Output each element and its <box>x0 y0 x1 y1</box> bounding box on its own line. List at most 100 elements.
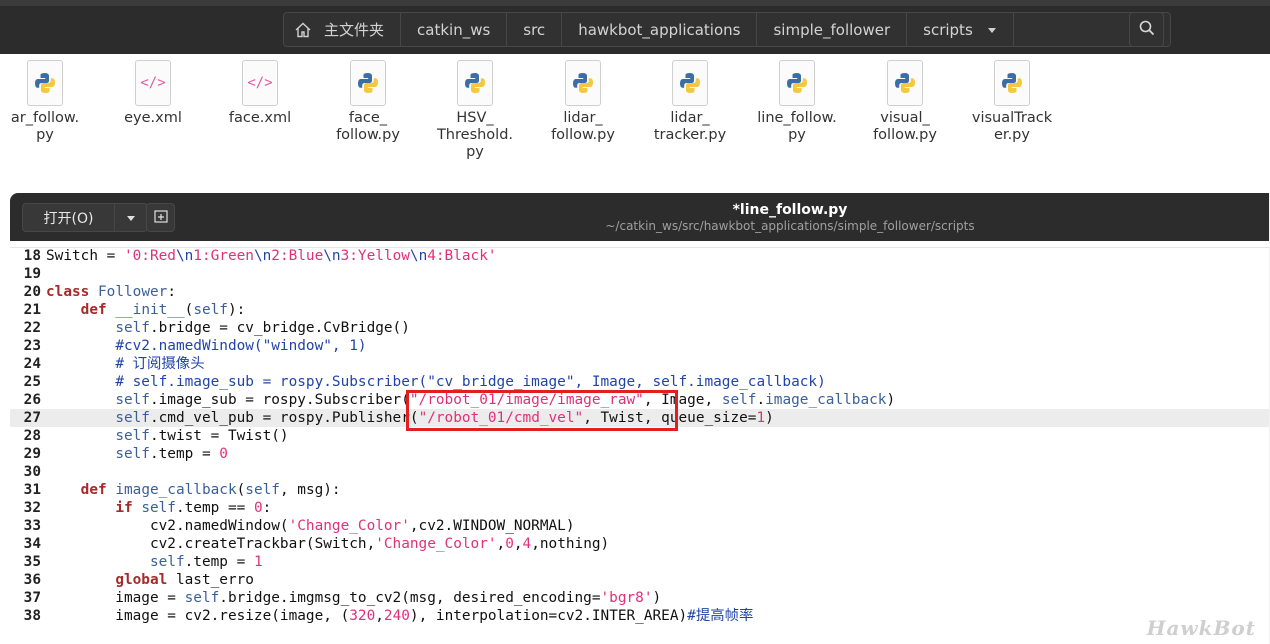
breadcrumb-label: simple_follower <box>773 20 891 39</box>
chevron-down-icon[interactable] <box>987 25 997 35</box>
line-number: 21 <box>23 302 41 318</box>
home-icon <box>294 21 312 39</box>
python-file-icon <box>457 60 493 106</box>
code-line[interactable]: 31 def image_callback(self, msg): <box>10 481 1270 499</box>
line-text: Switch = '0:Red\n1:Green\n2:Blue\n3:Yell… <box>46 248 497 264</box>
python-file-icon <box>887 60 923 106</box>
line-text: cv2.namedWindow('Change_Color',cv2.WINDO… <box>46 518 575 534</box>
window-top-strip <box>0 0 1270 6</box>
line-number: 18 <box>23 248 41 264</box>
code-line[interactable]: 35 self.temp = 1 <box>10 553 1270 571</box>
xml-file-icon: </> <box>135 60 171 106</box>
xml-file-icon: </> <box>242 60 278 106</box>
breadcrumb-home[interactable]: 主文件夹 <box>283 12 402 47</box>
line-number: 33 <box>23 518 41 534</box>
line-number: 20 <box>23 284 41 300</box>
code-line[interactable]: 33 cv2.namedWindow('Change_Color',cv2.WI… <box>10 517 1270 535</box>
open-button[interactable]: 打开(O) <box>22 203 148 232</box>
file-name: lidar_ tracker.py <box>645 110 735 144</box>
file-item[interactable]: face_ follow.py <box>323 60 413 144</box>
document-path: ~/catkin_ws/src/hawkbot_applications/sim… <box>605 219 975 233</box>
file-item[interactable]: lidar_ tracker.py <box>645 60 735 144</box>
breadcrumb-label: catkin_ws <box>417 20 491 39</box>
code-line[interactable]: 19 <box>10 265 1270 283</box>
line-text: class Follower: <box>46 284 176 300</box>
file-grid: ar_follow. py </> eye.xml </> face.xml f… <box>0 54 1270 194</box>
breadcrumb-src[interactable]: src <box>507 12 563 47</box>
code-line[interactable]: 34 cv2.createTrackbar(Switch,'Change_Col… <box>10 535 1270 553</box>
file-name-text: visualTrack er.py <box>971 110 1053 143</box>
file-item[interactable]: HSV_ Threshold. py <box>430 60 520 161</box>
breadcrumb-label: hawkbot_applications <box>578 20 741 39</box>
breadcrumb: 主文件夹 catkin_ws src hawkbot_applications … <box>283 12 1171 47</box>
file-item[interactable]: </> face.xml <box>215 60 305 127</box>
breadcrumb-label: src <box>523 20 546 39</box>
line-number: 32 <box>23 500 41 516</box>
file-item[interactable]: line_follow. py <box>752 60 842 144</box>
code-line[interactable]: 30 <box>10 463 1270 481</box>
file-name: lidar_ follow.py <box>538 110 628 144</box>
python-file-icon <box>565 60 601 106</box>
line-number: 30 <box>23 464 41 480</box>
code-line[interactable]: 25 # self.image_sub = rospy.Subscriber("… <box>10 373 1270 391</box>
watermark: HawkBot <box>1146 616 1256 640</box>
file-name-text: face_ follow.py <box>336 110 400 143</box>
code-line[interactable]: 36 global last_erro <box>10 571 1270 589</box>
file-name-text: face.xml <box>228 110 292 126</box>
code-line[interactable]: 38 image = cv2.resize(image, (320,240), … <box>10 607 1270 625</box>
line-text: if self.temp == 0: <box>115 500 272 516</box>
file-item[interactable]: visualTrack er.py <box>967 60 1057 144</box>
open-button-label[interactable]: 打开(O) <box>23 204 115 231</box>
line-text: def __init__(self): <box>80 302 246 318</box>
search-icon <box>1139 20 1155 40</box>
code-line[interactable]: 23 #cv2.namedWindow("window", 1) <box>10 337 1270 355</box>
line-number: 22 <box>23 320 41 336</box>
line-text: cv2.createTrackbar(Switch,'Change_Color'… <box>46 536 610 552</box>
line-text: self.temp = 1 <box>149 554 263 570</box>
line-text: self.twist = Twist() <box>115 428 289 444</box>
code-line[interactable]: 29 self.temp = 0 <box>10 445 1270 463</box>
file-name: line_follow. py <box>752 110 842 144</box>
line-number: 25 <box>23 374 41 390</box>
code-line[interactable]: 20 class Follower: <box>10 283 1270 301</box>
file-name-text: HSV_ Threshold. py <box>436 110 514 160</box>
breadcrumb-label: scripts <box>923 20 973 39</box>
file-item[interactable]: visual_ follow.py <box>860 60 950 144</box>
breadcrumb-scripts[interactable]: scripts <box>907 12 1014 47</box>
code-line[interactable]: 37 image = self.bridge.imgmsg_to_cv2(msg… <box>10 589 1270 607</box>
file-item[interactable]: ar_follow. py <box>0 60 90 144</box>
line-number: 24 <box>23 356 41 372</box>
breadcrumb-label-home: 主文件夹 <box>324 21 385 39</box>
breadcrumb-hawkbot-applications[interactable]: hawkbot_applications <box>562 12 758 47</box>
code-line[interactable]: 24 # 订阅摄像头 <box>10 355 1270 373</box>
python-file-icon <box>672 60 708 106</box>
python-file-icon <box>994 60 1030 106</box>
code-line[interactable]: 32 if self.temp == 0: <box>10 499 1270 517</box>
file-name-text: line_follow. py <box>757 110 837 143</box>
line-number: 27 <box>23 410 41 426</box>
file-name: HSV_ Threshold. py <box>430 110 520 161</box>
line-number: 23 <box>23 338 41 354</box>
code-line[interactable]: 22 self.bridge = cv_bridge.CvBridge() <box>10 319 1270 337</box>
code-line[interactable]: 21 def __init__(self): <box>10 301 1270 319</box>
file-item[interactable]: lidar_ follow.py <box>538 60 628 144</box>
code-line[interactable]: 18 Switch = '0:Red\n1:Green\n2:Blue\n3:Ye… <box>10 247 1270 265</box>
file-name-text: visual_ follow.py <box>873 110 937 143</box>
file-name: face.xml <box>215 110 305 127</box>
file-name-text: lidar_ follow.py <box>551 110 615 143</box>
search-button[interactable] <box>1129 12 1164 47</box>
editor-headerbar: 打开(O) *line_follow.py ~/catkin_ws/src/ha… <box>10 193 1270 241</box>
python-file-icon <box>779 60 815 106</box>
line-text: # self.image_sub = rospy.Subscriber("cv_… <box>115 374 826 390</box>
new-document-button[interactable] <box>146 203 175 232</box>
line-text: global last_erro <box>115 572 254 588</box>
document-title: *line_follow.py <box>732 202 848 218</box>
breadcrumb-catkin-ws[interactable]: catkin_ws <box>401 12 508 47</box>
breadcrumb-simple-follower[interactable]: simple_follower <box>757 12 908 47</box>
open-menu-button[interactable] <box>115 204 147 231</box>
line-text: self.temp = 0 <box>115 446 228 462</box>
line-text: image = cv2.resize(image, (320,240), int… <box>46 608 754 624</box>
code-view[interactable]: 18 Switch = '0:Red\n1:Green\n2:Blue\n3:Ye… <box>10 241 1270 644</box>
file-manager-toolbar: 主文件夹 catkin_ws src hawkbot_applications … <box>0 0 1270 54</box>
file-item[interactable]: </> eye.xml <box>108 60 198 127</box>
